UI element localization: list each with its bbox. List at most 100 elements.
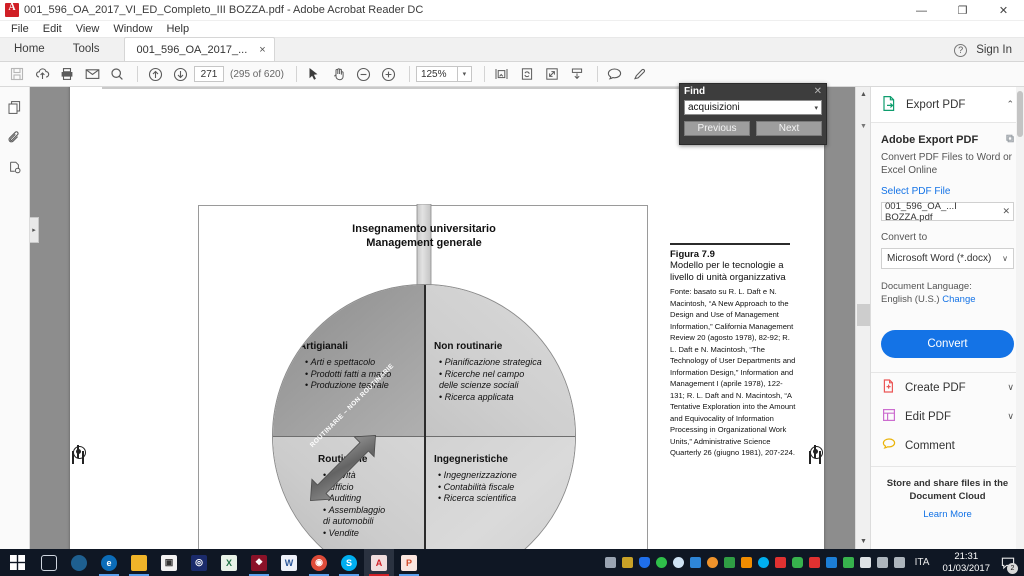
scroll-prev-page-arrow[interactable]: ▼: [856, 119, 870, 134]
rotate-page-icon[interactable]: [516, 64, 538, 85]
close-icon[interactable]: ✕: [814, 86, 822, 97]
chevron-down-icon[interactable]: ∨: [1007, 382, 1014, 393]
chevron-up-icon[interactable]: ⌃: [1006, 99, 1014, 110]
menu-window[interactable]: Window: [106, 22, 159, 36]
close-button[interactable]: ✕: [983, 0, 1024, 21]
firefox-icon[interactable]: [704, 549, 721, 576]
skype-tray-icon[interactable]: [755, 549, 772, 576]
zoom-in-icon[interactable]: [378, 64, 400, 85]
windows-start-icon[interactable]: [0, 549, 34, 576]
menu-edit[interactable]: Edit: [36, 22, 69, 36]
chevron-down-icon[interactable]: ∨: [1002, 254, 1008, 263]
security-shield-icon[interactable]: [636, 549, 653, 576]
chat-icon[interactable]: [789, 549, 806, 576]
learn-more-link[interactable]: Learn More: [879, 509, 1016, 520]
tool-edit-pdf[interactable]: Edit PDF ∨: [871, 402, 1024, 431]
arrow-up-circle-icon[interactable]: [144, 64, 166, 85]
find-input[interactable]: acquisizioni ▾: [684, 100, 822, 115]
pen-icon[interactable]: [806, 549, 823, 576]
settings-icon[interactable]: ◎: [184, 549, 214, 576]
excel-icon[interactable]: X: [214, 549, 244, 576]
right-panel-scrollbar[interactable]: [1016, 87, 1024, 549]
document-viewer[interactable]: ▸ Capitolo 7 – Tecnologie per la produzi…: [30, 87, 870, 549]
cloud-upload-icon[interactable]: [31, 64, 53, 85]
select-pdf-file-link[interactable]: Select PDF File: [881, 186, 1014, 197]
word-icon[interactable]: W: [274, 549, 304, 576]
zoom-level-input[interactable]: 125%: [415, 66, 458, 82]
viewer-scrollbar[interactable]: ▲ ▼ ▼: [855, 87, 870, 549]
print-icon[interactable]: [56, 64, 78, 85]
ccleaner-icon[interactable]: ❖: [244, 549, 274, 576]
highlight-icon[interactable]: [629, 64, 651, 85]
scroll-up-arrow[interactable]: ▲: [856, 87, 870, 102]
edge-icon[interactable]: e: [94, 549, 124, 576]
arrow-down-circle-icon[interactable]: [169, 64, 191, 85]
language-indicator[interactable]: ITA: [915, 557, 930, 568]
update-icon[interactable]: [738, 549, 755, 576]
close-icon[interactable]: ×: [259, 44, 265, 56]
clock[interactable]: 21:31 01/03/2017: [942, 551, 990, 575]
screen-tool-icon[interactable]: [687, 549, 704, 576]
change-language-link[interactable]: Change: [942, 294, 975, 305]
chevron-down-icon[interactable]: ▾: [814, 104, 818, 112]
export-pdf-header[interactable]: Export PDF ⌃: [871, 87, 1024, 123]
onedrive-icon[interactable]: [670, 549, 687, 576]
sign-in-button[interactable]: Sign In: [976, 44, 1012, 56]
chevron-down-icon[interactable]: ∨: [1007, 411, 1014, 422]
cortana-icon[interactable]: [64, 549, 94, 576]
email-icon[interactable]: [81, 64, 103, 85]
network-icon[interactable]: [874, 549, 891, 576]
find-previous-button[interactable]: Previous: [684, 121, 750, 136]
task-view-icon[interactable]: [34, 549, 64, 576]
minimize-button[interactable]: —: [901, 0, 942, 21]
tab-tools[interactable]: Tools: [59, 37, 114, 61]
fit-page-icon[interactable]: [491, 64, 513, 85]
clear-file-icon[interactable]: ✕: [1002, 206, 1010, 217]
find-dialog[interactable]: Find ✕ acquisizioni ▾ Previous Next: [679, 83, 827, 145]
antivirus-icon[interactable]: [653, 549, 670, 576]
chevron-down-icon[interactable]: ▾: [457, 66, 472, 82]
fit-width-icon[interactable]: [541, 64, 563, 85]
scroll-mode-icon[interactable]: [566, 64, 588, 85]
show-hidden-icons-icon[interactable]: [602, 549, 619, 576]
cursor-select-icon[interactable]: [303, 64, 325, 85]
page-thumbnails-icon[interactable]: [4, 95, 26, 119]
volume-mute-icon[interactable]: [772, 549, 789, 576]
convert-to-select[interactable]: Microsoft Word (*.docx) ∨: [881, 248, 1014, 269]
selected-file-field[interactable]: 001_596_OA_...I BOZZA.pdf ✕: [881, 201, 1014, 223]
audio-driver-icon[interactable]: [619, 549, 636, 576]
battery-icon[interactable]: [857, 549, 874, 576]
tab-home[interactable]: Home: [0, 37, 59, 61]
scrollbar-thumb[interactable]: [857, 304, 870, 326]
panel-collapse-handle[interactable]: ▸: [30, 217, 39, 243]
menu-help[interactable]: Help: [159, 22, 196, 36]
tool-comment[interactable]: Comment: [871, 431, 1024, 460]
microsoft-store-icon[interactable]: ▣: [154, 549, 184, 576]
signature-panel-icon[interactable]: [4, 155, 26, 179]
paperclip-icon[interactable]: [4, 125, 26, 149]
menu-view[interactable]: View: [69, 22, 107, 36]
google-drive-icon[interactable]: [721, 549, 738, 576]
acrobat-reader-icon[interactable]: A: [364, 549, 394, 576]
scroll-down-arrow[interactable]: ▼: [856, 534, 870, 549]
find-next-button[interactable]: Next: [756, 121, 822, 136]
convert-button[interactable]: Convert: [881, 330, 1014, 358]
menu-file[interactable]: File: [4, 22, 36, 36]
maximize-button[interactable]: ❐: [942, 0, 983, 21]
sync-icon[interactable]: [840, 549, 857, 576]
hand-tool-icon[interactable]: [328, 64, 350, 85]
bluetooth-icon[interactable]: [823, 549, 840, 576]
help-icon[interactable]: ?: [954, 43, 968, 57]
right-panel-scroll-thumb[interactable]: [1017, 91, 1023, 137]
action-center-icon[interactable]: 2: [996, 549, 1020, 576]
chrome-icon[interactable]: ◉: [304, 549, 334, 576]
comment-icon[interactable]: [604, 64, 626, 85]
tool-create-pdf[interactable]: Create PDF ∨: [871, 373, 1024, 402]
skype-icon[interactable]: S: [334, 549, 364, 576]
file-explorer-icon[interactable]: [124, 549, 154, 576]
page-number-input[interactable]: 271: [194, 66, 224, 82]
save-icon[interactable]: [6, 64, 28, 85]
zoom-out-icon[interactable]: [353, 64, 375, 85]
tab-document[interactable]: 001_596_OA_2017_... ×: [123, 37, 275, 61]
speaker-icon[interactable]: [891, 549, 908, 576]
